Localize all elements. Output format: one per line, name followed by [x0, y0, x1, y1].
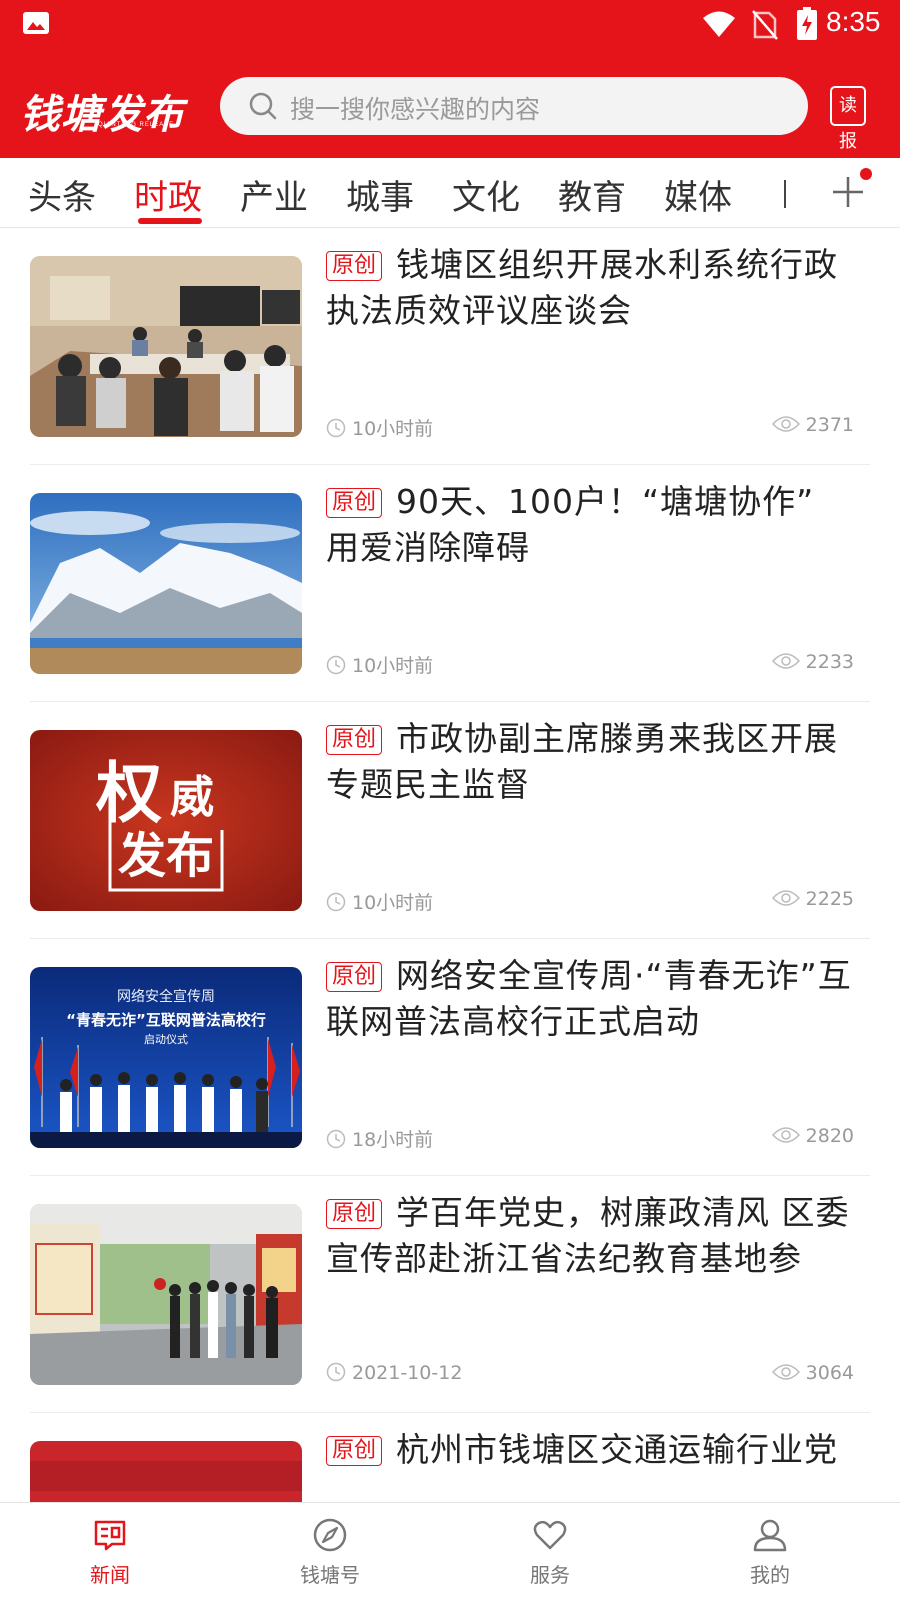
clock-icon — [326, 418, 346, 438]
nav-news[interactable]: 新闻 — [50, 1517, 170, 1588]
search-placeholder: 搜一搜你感兴趣的内容 — [290, 95, 541, 124]
news-item[interactable]: 原创 90天、100户！“塘塘协作” 用爱消除障碍 10小时前 2233 — [30, 465, 870, 702]
news-title[interactable]: 原创 杭州市钱塘区交通运输行业党 — [326, 1427, 858, 1473]
clock-icon — [326, 655, 346, 675]
news-views: 2371 — [771, 414, 854, 436]
original-badge: 原创 — [326, 1199, 383, 1229]
news-title[interactable]: 原创 钱塘区组织开展水利系统行政执法质效评议座谈会 — [326, 242, 858, 334]
news-views: 3064 — [771, 1362, 854, 1384]
tab-meiti[interactable]: 媒体 — [664, 170, 732, 219]
news-time: 10小时前 — [326, 414, 433, 441]
news-title[interactable]: 原创 90天、100户！“塘塘协作” 用爱消除障碍 — [326, 479, 858, 571]
news-time: 10小时前 — [326, 888, 433, 915]
eye-icon — [771, 1364, 800, 1380]
news-title[interactable]: 原创 市政协副主席滕勇来我区开展专题民主监督 — [326, 716, 858, 808]
news-item[interactable]: 网络安全宣传周 “青春无诈”互联网普法高校行 启动仪式 原创 网络安全宣传周·“青… — [30, 939, 870, 1176]
nav-services[interactable]: 服务 — [490, 1517, 610, 1588]
new-channel-dot — [860, 168, 872, 180]
nav-news-label: 新闻 — [90, 1563, 130, 1587]
wifi-icon — [703, 11, 735, 37]
eye-icon — [771, 653, 800, 669]
search-icon — [249, 92, 277, 120]
news-item[interactable]: 原创学百年党史，树廉政清风 区委宣传部赴浙江省法纪教育基地参观… 2021-10… — [30, 1176, 870, 1413]
heart-icon — [533, 1520, 567, 1550]
news-thumbnail-snow-mountain — [30, 493, 302, 674]
original-badge: 原创 — [326, 251, 383, 281]
nav-qiantanghao[interactable]: 钱塘号 — [270, 1517, 390, 1588]
tab-jiaoyu[interactable]: 教育 — [558, 170, 626, 219]
logo-subtext: QIANTANG RELEASE — [98, 122, 175, 128]
news-time: 18小时前 — [326, 1125, 433, 1152]
nav-qiantanghao-label: 钱塘号 — [300, 1563, 360, 1587]
original-badge: 原创 — [326, 962, 383, 992]
nav-mine[interactable]: 我的 — [710, 1517, 830, 1588]
battery-charging-icon — [797, 7, 817, 40]
active-tab-indicator — [138, 218, 202, 224]
news-views: 2225 — [771, 888, 854, 910]
svg-text:威: 威 — [170, 772, 214, 823]
add-channel-icon[interactable] — [830, 174, 866, 210]
tab-chanye[interactable]: 产业 — [240, 170, 308, 219]
no-sim-icon — [752, 10, 778, 40]
tab-shizheng[interactable]: 时政 — [134, 170, 202, 219]
original-badge: 原创 — [326, 725, 383, 755]
clock-icon — [326, 892, 346, 912]
news-thumbnail-stage-ceremony: 网络安全宣传周 “青春无诈”互联网普法高校行 启动仪式 — [30, 967, 302, 1148]
svg-text:权: 权 — [95, 754, 162, 832]
news-title[interactable]: 原创学百年党史，树廉政清风 区委宣传部赴浙江省法纪教育基地参观… — [326, 1190, 858, 1282]
clock-icon — [326, 1362, 346, 1382]
news-thumbnail-authority-release: 权 威 发布 — [30, 730, 302, 911]
news-item[interactable]: 原创 钱塘区组织开展水利系统行政执法质效评议座谈会 10小时前 2371 — [30, 228, 870, 465]
logo-text: 钱塘发布 — [20, 91, 184, 138]
read-newspaper-button[interactable]: 读报 — [830, 86, 866, 152]
eye-icon — [771, 1127, 800, 1143]
user-icon — [753, 1519, 787, 1552]
news-thumbnail-exhibition-hall — [30, 1204, 302, 1385]
nav-services-label: 服务 — [530, 1563, 570, 1587]
tab-wenhua[interactable]: 文化 — [452, 170, 520, 219]
bottom-navigation: 新闻 钱塘号 服务 我的 — [0, 1502, 900, 1600]
news-item[interactable]: 权 威 发布 原创 市政协副主席滕勇来我区开展专题民主监督 10小时前 2225 — [30, 702, 870, 939]
news-time: 2021-10-12 — [326, 1362, 462, 1384]
nav-mine-label: 我的 — [750, 1563, 790, 1587]
search-bar[interactable]: 搜一搜你感兴趣的内容 — [220, 77, 808, 135]
news-views: 2820 — [771, 1125, 854, 1147]
svg-text:网络安全宣传周: 网络安全宣传周 — [117, 988, 215, 1005]
svg-text:发布: 发布 — [118, 828, 214, 884]
status-time: 8:35 — [826, 6, 881, 37]
status-bar: 8:35 — [0, 0, 900, 50]
channel-tabs: 头条 时政 产业 城事 文化 教育 媒体 — [0, 158, 900, 228]
news-time: 10小时前 — [326, 651, 433, 678]
news-icon — [94, 1520, 126, 1551]
news-thumbnail-meeting — [30, 256, 302, 437]
app-header: 8:35 钱塘发布 QIANTANG RELEASE 搜一搜你感兴趣的内容 读报 — [0, 0, 900, 158]
news-views: 2233 — [771, 651, 854, 673]
image-notification-icon — [23, 12, 49, 34]
clock-icon — [326, 1129, 346, 1149]
svg-text:启动仪式: 启动仪式 — [144, 1033, 188, 1046]
original-badge: 原创 — [326, 488, 383, 518]
news-title[interactable]: 原创 网络安全宣传周·“青春无诈”互联网普法高校行正式启动 — [326, 953, 858, 1045]
app-logo: 钱塘发布 QIANTANG RELEASE — [20, 82, 183, 138]
tab-toutiao[interactable]: 头条 — [28, 170, 96, 219]
eye-icon — [771, 416, 800, 432]
compass-icon — [313, 1518, 347, 1552]
tab-chengshi[interactable]: 城事 — [346, 170, 414, 219]
svg-text:“青春无诈”互联网普法高校行: “青春无诈”互联网普法高校行 — [66, 1011, 266, 1029]
original-badge: 原创 — [326, 1436, 383, 1466]
tabs-divider — [784, 180, 786, 208]
eye-icon — [771, 890, 800, 906]
